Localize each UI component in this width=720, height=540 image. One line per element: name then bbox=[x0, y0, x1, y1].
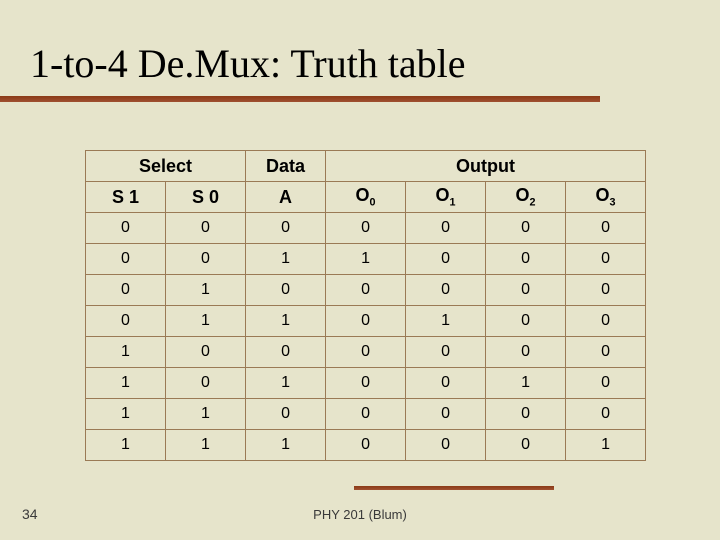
col-header-a: A bbox=[246, 182, 326, 213]
table-row: 0000000 bbox=[86, 213, 646, 244]
cell-a: 0 bbox=[246, 399, 326, 430]
cell-o0: 1 bbox=[326, 244, 406, 275]
cell-s1: 0 bbox=[86, 306, 166, 337]
truth-table: Select Data Output S 1 S 0 A O0 O1 O2 O3… bbox=[85, 150, 645, 461]
cell-s0: 1 bbox=[166, 399, 246, 430]
col-header-o1: O1 bbox=[406, 182, 486, 213]
o-label: O bbox=[436, 185, 450, 205]
table-row: 0011000 bbox=[86, 244, 646, 275]
cell-o2: 0 bbox=[486, 430, 566, 461]
cell-o2: 0 bbox=[486, 306, 566, 337]
cell-s1: 0 bbox=[86, 244, 166, 275]
o-sub: 1 bbox=[450, 197, 456, 209]
table-row: 1000000 bbox=[86, 337, 646, 368]
cell-a: 1 bbox=[246, 244, 326, 275]
cell-o0: 0 bbox=[326, 275, 406, 306]
cell-s1: 1 bbox=[86, 399, 166, 430]
footer-text: PHY 201 (Blum) bbox=[0, 507, 720, 522]
slide: 1-to-4 De.Mux: Truth table Select Data O… bbox=[0, 0, 720, 540]
cell-o3: 0 bbox=[566, 337, 646, 368]
cell-a: 0 bbox=[246, 213, 326, 244]
cell-s0: 1 bbox=[166, 306, 246, 337]
cell-o3: 0 bbox=[566, 244, 646, 275]
cell-o1: 0 bbox=[406, 213, 486, 244]
cell-o2: 0 bbox=[486, 213, 566, 244]
cell-o3: 0 bbox=[566, 306, 646, 337]
col-header-s0: S 0 bbox=[166, 182, 246, 213]
cell-a: 1 bbox=[246, 368, 326, 399]
group-header-row: Select Data Output bbox=[86, 151, 646, 182]
cell-o1: 1 bbox=[406, 306, 486, 337]
col-header-s1: S 1 bbox=[86, 182, 166, 213]
cell-o3: 0 bbox=[566, 399, 646, 430]
cell-s0: 0 bbox=[166, 244, 246, 275]
cell-o0: 0 bbox=[326, 337, 406, 368]
cell-a: 1 bbox=[246, 430, 326, 461]
column-header-row: S 1 S 0 A O0 O1 O2 O3 bbox=[86, 182, 646, 213]
cell-o2: 0 bbox=[486, 337, 566, 368]
cell-o1: 0 bbox=[406, 244, 486, 275]
cell-s1: 1 bbox=[86, 337, 166, 368]
table-row: 0110100 bbox=[86, 306, 646, 337]
col-header-o2: O2 bbox=[486, 182, 566, 213]
truth-table-grid: Select Data Output S 1 S 0 A O0 O1 O2 O3… bbox=[85, 150, 646, 461]
cell-o1: 0 bbox=[406, 430, 486, 461]
o-label: O bbox=[596, 185, 610, 205]
title-rule bbox=[0, 96, 600, 102]
cell-s0: 0 bbox=[166, 368, 246, 399]
cell-o3: 0 bbox=[566, 213, 646, 244]
table-row: 0100000 bbox=[86, 275, 646, 306]
cell-o3: 0 bbox=[566, 275, 646, 306]
o-sub: 0 bbox=[370, 197, 376, 209]
cell-a: 1 bbox=[246, 306, 326, 337]
cell-o0: 0 bbox=[326, 399, 406, 430]
cell-s0: 0 bbox=[166, 213, 246, 244]
table-row: 1010010 bbox=[86, 368, 646, 399]
bottom-rule bbox=[354, 486, 554, 490]
cell-s1: 0 bbox=[86, 213, 166, 244]
cell-o0: 0 bbox=[326, 213, 406, 244]
o-label: O bbox=[356, 185, 370, 205]
group-header-select: Select bbox=[86, 151, 246, 182]
o-sub: 2 bbox=[530, 197, 536, 209]
cell-o1: 0 bbox=[406, 399, 486, 430]
cell-a: 0 bbox=[246, 275, 326, 306]
o-label: O bbox=[516, 185, 530, 205]
o-sub: 3 bbox=[610, 197, 616, 209]
cell-o0: 0 bbox=[326, 430, 406, 461]
cell-o3: 0 bbox=[566, 368, 646, 399]
group-header-output: Output bbox=[326, 151, 646, 182]
group-header-data: Data bbox=[246, 151, 326, 182]
cell-o1: 0 bbox=[406, 337, 486, 368]
page-title: 1-to-4 De.Mux: Truth table bbox=[30, 40, 466, 87]
cell-o1: 0 bbox=[406, 275, 486, 306]
col-header-o0: O0 bbox=[326, 182, 406, 213]
cell-s1: 0 bbox=[86, 275, 166, 306]
slide-number: 34 bbox=[22, 506, 38, 522]
cell-o2: 0 bbox=[486, 244, 566, 275]
cell-o3: 1 bbox=[566, 430, 646, 461]
cell-a: 0 bbox=[246, 337, 326, 368]
cell-o1: 0 bbox=[406, 368, 486, 399]
cell-o0: 0 bbox=[326, 368, 406, 399]
cell-s0: 1 bbox=[166, 275, 246, 306]
cell-o0: 0 bbox=[326, 306, 406, 337]
table-row: 1100000 bbox=[86, 399, 646, 430]
cell-o2: 0 bbox=[486, 399, 566, 430]
cell-s0: 1 bbox=[166, 430, 246, 461]
cell-s0: 0 bbox=[166, 337, 246, 368]
cell-s1: 1 bbox=[86, 368, 166, 399]
table-row: 1110001 bbox=[86, 430, 646, 461]
cell-o2: 0 bbox=[486, 275, 566, 306]
col-header-o3: O3 bbox=[566, 182, 646, 213]
cell-s1: 1 bbox=[86, 430, 166, 461]
cell-o2: 1 bbox=[486, 368, 566, 399]
